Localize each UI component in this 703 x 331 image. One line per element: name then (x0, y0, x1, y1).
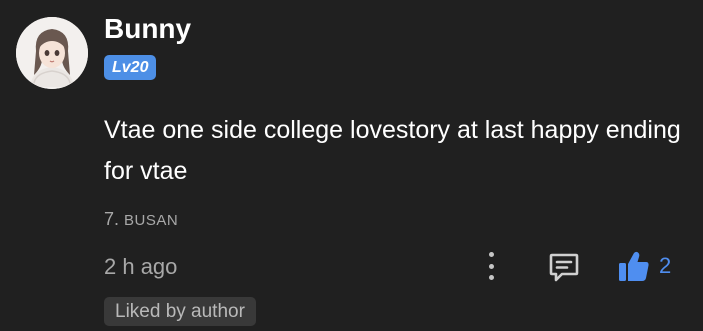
timestamp: 2 h ago (104, 254, 178, 279)
more-options-button[interactable] (478, 250, 504, 282)
comment-body: Vtae one side college lovestory at last … (104, 116, 681, 185)
username[interactable]: Bunny (104, 12, 191, 46)
tag-name: BUSAN (124, 212, 179, 229)
like-button[interactable]: 2 (617, 248, 671, 284)
avatar-image (16, 17, 88, 89)
tag-number: 7. (104, 209, 120, 229)
more-vertical-icon (488, 252, 494, 257)
reply-comment-icon (549, 253, 579, 282)
reply-button[interactable] (547, 250, 581, 284)
liked-by-author-badge: Liked by author (104, 297, 256, 326)
level-badge: Lv20 (104, 55, 157, 80)
avatar[interactable] (16, 17, 88, 89)
comment-item: Bunny Lv20 Vtae one side college lovesto… (0, 0, 703, 331)
like-count: 2 (659, 253, 672, 278)
episode-tag[interactable]: 7. BUSAN (104, 207, 178, 233)
thumbs-up-icon (619, 251, 649, 281)
